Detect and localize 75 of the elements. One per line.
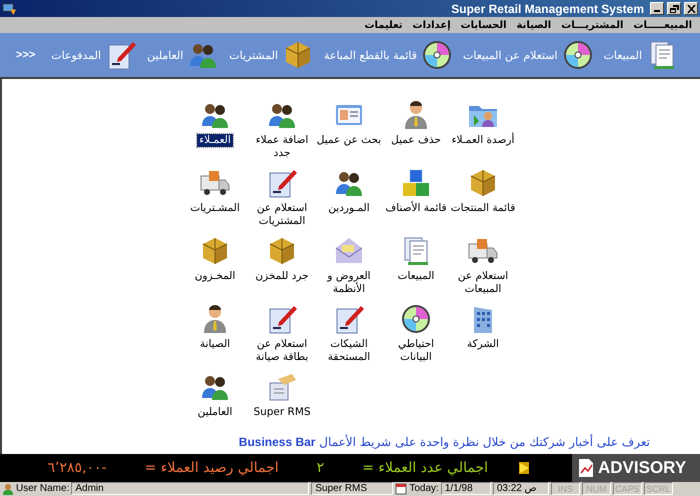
shortcut-item[interactable]: العمـلاء (182, 99, 248, 163)
shortcut-label: الشيكات المستحقة (326, 338, 372, 364)
shortcut-label: المخـزون (194, 270, 236, 283)
menu-item[interactable]: المبيعـــــات (633, 20, 692, 30)
shortcut-item[interactable]: قائمة المنتجات (450, 167, 516, 231)
ticker-label: اجمالي عدد العملاء = (362, 460, 488, 476)
shortcut-label: قائمة المنتجات (450, 202, 516, 215)
shortcut-item[interactable]: Super RMS (248, 371, 316, 435)
menu-item[interactable]: تعليمات (364, 20, 403, 30)
shortcut-label: الشركة (466, 338, 500, 351)
shortcut-label: العمـلاء (197, 134, 233, 147)
shortcut-label: المبيعات (396, 270, 436, 283)
user-name-label: User Name: (16, 483, 70, 494)
user-name-field: Admin (71, 482, 310, 495)
menu-item[interactable]: الصيانة (516, 20, 552, 30)
shortcut-item[interactable]: المشـتريات (182, 167, 248, 231)
shortcut-item[interactable]: المبيعات (382, 235, 450, 299)
blocks-icon (400, 167, 432, 199)
shortcut-item[interactable]: الشركة (450, 303, 516, 367)
shortcut-item[interactable]: احتياطي البيانات (382, 303, 450, 367)
close-icon (686, 4, 696, 12)
menu-item[interactable]: المشتريـــات (561, 20, 624, 30)
date-field: 1/1/98 (440, 482, 491, 495)
app-icon (2, 1, 17, 16)
shortcut-item[interactable]: اضافة عملاء جدد (248, 99, 316, 163)
play-icon[interactable] (518, 462, 530, 474)
shortcut-item[interactable]: المـوردين (316, 167, 382, 231)
close-button[interactable] (684, 2, 698, 15)
shortcut-item[interactable]: استعلام عن المشتريات (248, 167, 316, 231)
shortcut-item[interactable]: العروض و الأنظمة (316, 235, 382, 299)
shortcut-label: استعلام عن المبيعات (456, 270, 510, 296)
shortcut-label: اضافة عملاء جدد (254, 134, 310, 160)
chart-document-icon (578, 458, 594, 478)
shortcut-label: الصيانة (198, 338, 232, 351)
shortcut-label: المـوردين (327, 202, 371, 215)
shortcut-item[interactable]: جرد للمخزن (248, 235, 316, 299)
shortcut-item[interactable]: العاملين (182, 371, 248, 435)
minimize-button[interactable] (650, 2, 664, 15)
menu-item[interactable]: الحسابات (460, 20, 507, 30)
shortcut-item[interactable]: بحث عن عميل (316, 99, 382, 163)
shortcut-label: استعلام عن المشتريات (256, 202, 308, 228)
shortcut-item[interactable]: الشيكات المستحقة (316, 303, 382, 367)
shortcut-item[interactable]: الصيانة (182, 303, 248, 367)
shortcut-label: العاملين (196, 406, 234, 419)
shortcut-label: بحث عن عميل (316, 134, 382, 147)
shortcut-item[interactable]: قائمة الأصناف (382, 167, 450, 231)
restore-icon (670, 4, 678, 12)
shortcut-item[interactable]: استعلام عن بطاقة صيانة (248, 303, 316, 367)
user-icon (2, 482, 14, 494)
window-title: Super Retail Management System (451, 2, 644, 16)
app-name-field: Super RMS (311, 482, 394, 495)
today-label: Today: (409, 483, 439, 494)
advisory-logo: ADVISORY (598, 458, 686, 478)
shortcut-label: استعلام عن بطاقة صيانة (254, 338, 310, 364)
shortcut-item[interactable]: حذف عميل (382, 99, 450, 163)
shortcut-label: حذف عميل (390, 134, 442, 147)
ticker-value: ٢ (316, 460, 324, 476)
restore-button[interactable] (667, 2, 681, 15)
shortcut-item[interactable]: استعلام عن المبيعات (450, 235, 516, 299)
minimize-icon (654, 10, 660, 12)
shortcut-label: أرصدة العمـلاء (450, 134, 516, 147)
shortcut-label: العروض و الأنظمة (326, 270, 372, 296)
menu-item[interactable]: إعدادات (412, 20, 451, 30)
shortcut-label: المشـتريات (189, 202, 241, 215)
shortcut-label: Super RMS (252, 406, 312, 419)
calendar-icon (395, 482, 408, 494)
shortcut-label: جرد للمخزن (254, 270, 310, 283)
shortcut-label: قائمة الأصناف (384, 202, 448, 215)
disc-icon (400, 303, 432, 335)
ticker-label: اجمالي رصيد العملاء = (144, 460, 279, 476)
shortcut-item[interactable]: المخـزون (182, 235, 248, 299)
ticker-value: ٦٬٢٨٥,٠٠- (47, 460, 107, 476)
time-field: 03:22 ص (492, 482, 549, 495)
shortcut-item[interactable]: أرصدة العمـلاء (450, 99, 516, 163)
shortcut-label: احتياطي البيانات (396, 338, 436, 364)
